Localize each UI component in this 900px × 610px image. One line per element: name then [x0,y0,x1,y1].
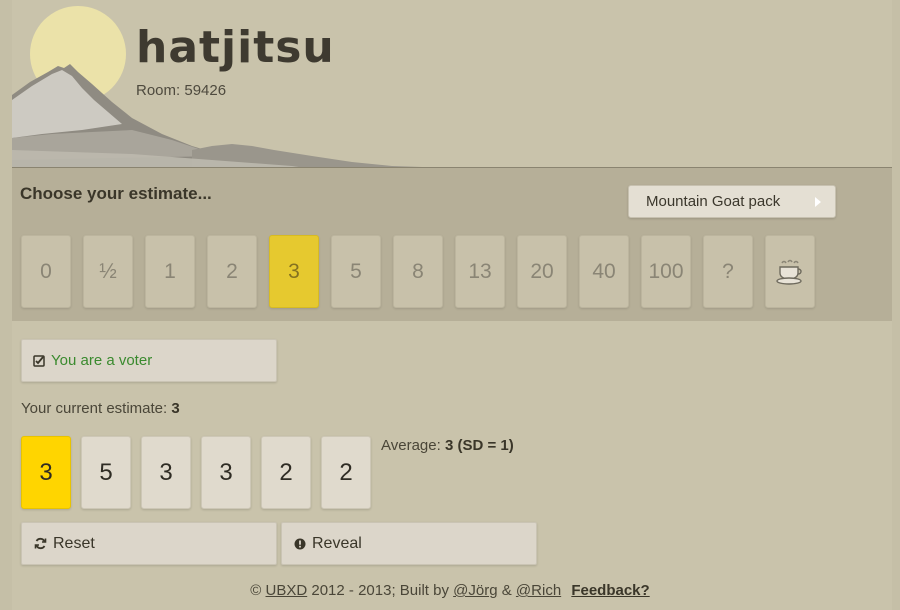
current-estimate-label: Your current estimate: [21,400,168,417]
header: hatjitsu Room: 59426 [12,0,892,186]
coffee-cup-icon [776,259,802,285]
estimate-card[interactable]: ½ [83,235,133,308]
refresh-icon [34,537,47,550]
brand-logo: hatjitsu [136,22,335,73]
checkbox-checked-icon [33,354,45,367]
average-value: 3 (SD = 1) [444,437,514,454]
voter-status-text: You are a voter [51,352,153,369]
footer-years: 2012 - 2013; Built by [311,582,449,599]
estimate-card[interactable]: 0 [21,235,71,308]
ubxd-link[interactable]: UBXD [266,582,308,599]
estimate-card-selected[interactable]: 3 [269,235,319,308]
votes-row: 3 5 3 3 2 2 [21,436,381,509]
card-pack-label: Mountain Goat pack [646,193,781,210]
average-label: Average: [381,437,441,454]
current-estimate-value: 3 [171,400,180,417]
jorg-link[interactable]: @Jörg [453,582,497,599]
vote-card: 3 [141,436,191,509]
reset-label: Reset [53,534,95,552]
caret-right-icon [815,197,821,207]
estimate-card[interactable]: 13 [455,235,505,308]
estimate-card[interactable]: 20 [517,235,567,308]
estimate-card[interactable]: 8 [393,235,443,308]
card-pack-button[interactable]: Mountain Goat pack [628,185,836,218]
exclamation-circle-icon [294,538,306,550]
footer-ampersand: & [501,582,512,599]
vote-card: 3 [201,436,251,509]
estimate-card[interactable]: 100 [641,235,691,308]
copyright-symbol: © [250,582,262,599]
reset-button[interactable]: Reset [21,522,277,565]
average-summary: Average: 3 (SD = 1) [381,437,514,454]
voter-toggle[interactable]: You are a voter [21,339,277,382]
vote-card-mine: 3 [21,436,71,509]
vote-card: 5 [81,436,131,509]
vote-card: 2 [261,436,311,509]
estimate-card-coffee[interactable] [765,235,815,308]
estimate-card[interactable]: 40 [579,235,629,308]
estimate-card[interactable]: ? [703,235,753,308]
estimate-card[interactable]: 2 [207,235,257,308]
reveal-label: Reveal [312,534,362,552]
rich-link[interactable]: @Rich [516,582,561,599]
current-estimate: Your current estimate: 3 [21,400,180,417]
choose-estimate-title: Choose your estimate... [20,184,212,203]
estimate-card-row: 0 ½ 1 2 3 5 8 13 20 40 100 ? [21,235,827,308]
room-label: Room: 59426 [136,82,227,99]
feedback-link[interactable]: Feedback? [571,582,649,599]
estimate-card[interactable]: 1 [145,235,195,308]
estimate-card[interactable]: 5 [331,235,381,308]
reveal-button[interactable]: Reveal [281,522,537,565]
vote-card: 2 [321,436,371,509]
footer: © UBXD 2012 - 2013; Built by @Jörg & @Ri… [0,582,900,599]
estimate-panel: Choose your estimate... Mountain Goat pa… [12,168,892,321]
